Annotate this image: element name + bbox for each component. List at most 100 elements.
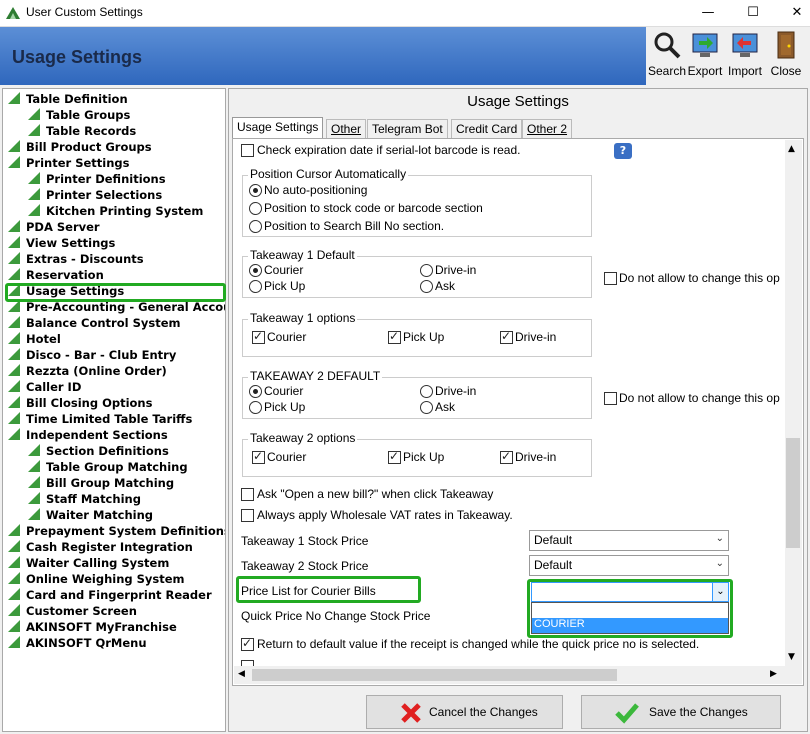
tree-item[interactable]: Table Records xyxy=(28,123,136,139)
tree-item[interactable]: Bill Closing Options xyxy=(8,395,152,411)
tree-item[interactable]: Section Definitions xyxy=(28,443,169,459)
minimize-button[interactable]: — xyxy=(693,0,723,27)
tree-item[interactable]: Independent Sections xyxy=(8,427,168,443)
tree-item[interactable]: Caller ID xyxy=(8,379,81,395)
close-button[interactable]: Close xyxy=(766,30,806,84)
radio-stock-code[interactable] xyxy=(249,202,262,215)
tree-item[interactable]: Prepayment System Definitions xyxy=(8,523,225,539)
scroll-up-icon[interactable]: ▲ xyxy=(788,144,795,154)
ta1-pickup-label: Pick Up xyxy=(264,279,306,293)
tab-usage-settings[interactable]: Usage Settings xyxy=(232,117,324,139)
ta1-radio-drivein[interactable] xyxy=(420,264,433,277)
tree-item[interactable]: Bill Group Matching xyxy=(28,475,174,491)
ta2-radio-ask[interactable] xyxy=(420,401,433,414)
tree-item[interactable]: Waiter Calling System xyxy=(8,555,169,571)
help-icon[interactable]: ? xyxy=(614,143,632,159)
scroll-down-icon[interactable]: ▼ xyxy=(788,652,795,662)
tree-item[interactable]: Table Group Matching xyxy=(28,459,188,475)
tree-node-icon xyxy=(8,396,20,408)
tree-item[interactable]: Reservation xyxy=(8,267,104,283)
tree-item[interactable]: View Settings xyxy=(8,235,115,251)
return-default-checkbox[interactable] xyxy=(241,636,254,651)
ta1-opt-pickup-checkbox[interactable] xyxy=(388,329,401,344)
ta1-radio-pickup[interactable] xyxy=(249,280,262,293)
tree-item[interactable]: Kitchen Printing System xyxy=(28,203,203,219)
dropdown-option-empty[interactable] xyxy=(532,603,728,617)
ta2-opt-drivein-checkbox[interactable] xyxy=(500,449,513,464)
search-button[interactable]: Search xyxy=(647,30,687,84)
tree-item[interactable]: Printer Settings xyxy=(8,155,129,171)
tree-item[interactable]: Balance Control System xyxy=(8,315,180,331)
tree-item[interactable]: Printer Definitions xyxy=(28,171,166,187)
check-expiration-label: Check expiration date if serial-lot barc… xyxy=(257,143,521,157)
tree-item[interactable]: Table Groups xyxy=(28,107,130,123)
close-window-button[interactable]: ✕ xyxy=(782,0,810,27)
ta2-opt-pickup-checkbox[interactable] xyxy=(388,449,401,464)
vertical-scrollbar[interactable] xyxy=(785,140,802,666)
scroll-right-icon[interactable]: ▶ xyxy=(770,669,777,679)
ta1-options-title: Takeaway 1 options xyxy=(248,311,358,325)
chevron-down-icon: ⌄ xyxy=(715,558,724,569)
vertical-scroll-thumb[interactable] xyxy=(786,438,800,548)
ta2-radio-courier[interactable] xyxy=(249,385,262,398)
tree-item-label: Online Weighing System xyxy=(26,572,185,586)
ta2-radio-drivein[interactable] xyxy=(420,385,433,398)
ta1-radio-ask[interactable] xyxy=(420,280,433,293)
tab-other-2[interactable]: Other 2 xyxy=(522,119,573,138)
horizontal-scroll-thumb[interactable] xyxy=(252,669,617,681)
radio-search-bill[interactable] xyxy=(249,220,262,233)
radio-no-auto[interactable] xyxy=(249,184,262,197)
ta2-stock-price-select[interactable]: Default ⌄ xyxy=(529,555,729,576)
export-button[interactable]: Export xyxy=(685,30,725,84)
tree-node-icon xyxy=(8,540,20,552)
price-list-courier-select[interactable]: ⌄ xyxy=(531,582,729,602)
ta2-radio-pickup[interactable] xyxy=(249,401,262,414)
tree-item-label: Balance Control System xyxy=(26,316,181,330)
scroll-left-icon[interactable]: ◀ xyxy=(238,669,245,679)
ta1-stock-price-select[interactable]: Default ⌄ xyxy=(529,530,729,551)
tree-item[interactable]: Table Definition xyxy=(8,91,128,107)
tree-item[interactable]: Time Limited Table Tariffs xyxy=(8,411,192,427)
tree-item-label: Waiter Calling System xyxy=(26,556,170,570)
no-change-2-checkbox[interactable] xyxy=(604,392,617,405)
ta1-stock-price-value: Default xyxy=(534,533,573,547)
tab-other[interactable]: Other xyxy=(326,119,367,138)
wholesale-vat-checkbox[interactable] xyxy=(241,509,254,522)
no-change-1-checkbox[interactable] xyxy=(604,272,617,285)
ta1-radio-courier[interactable] xyxy=(249,264,262,277)
tree-node-icon xyxy=(8,332,20,344)
tree-item[interactable]: Bill Product Groups xyxy=(8,139,152,155)
tree-item[interactable]: Staff Matching xyxy=(28,491,141,507)
tree-item[interactable]: Hotel xyxy=(8,331,61,347)
tree-item[interactable]: Rezzta (Online Order) xyxy=(8,363,167,379)
tree-node-icon xyxy=(8,428,20,440)
import-button[interactable]: Import xyxy=(725,30,765,84)
ta1-opt-courier-checkbox[interactable] xyxy=(252,329,265,344)
tree-item[interactable]: Card and Fingerprint Reader xyxy=(8,587,212,603)
tree-item[interactable]: AKINSOFT QrMenu xyxy=(8,635,147,651)
save-button[interactable]: Save the Changes xyxy=(581,695,781,729)
tree-item[interactable]: Cash Register Integration xyxy=(8,539,193,555)
ta2-opt-courier-checkbox[interactable] xyxy=(252,449,265,464)
tree-item[interactable]: Waiter Matching xyxy=(28,507,153,523)
cancel-button[interactable]: Cancel the Changes xyxy=(366,695,563,729)
ask-new-bill-checkbox[interactable] xyxy=(241,488,254,501)
tree-item-label: Table Records xyxy=(46,124,137,138)
tree-item[interactable]: Printer Selections xyxy=(28,187,162,203)
check-expiration-checkbox[interactable] xyxy=(241,144,254,157)
tree-item[interactable]: Extras - Discounts xyxy=(8,251,144,267)
tab-telegram-bot[interactable]: Telegram Bot xyxy=(367,119,448,138)
dropdown-option-courier[interactable]: COURIER xyxy=(532,618,728,633)
tree-item[interactable]: Customer Screen xyxy=(8,603,137,619)
tree-node-icon xyxy=(8,412,20,424)
tree-item[interactable]: Disco - Bar - Club Entry xyxy=(8,347,176,363)
tree-item[interactable]: PDA Server xyxy=(8,219,100,235)
tree-item[interactable]: AKINSOFT MyFranchise xyxy=(8,619,177,635)
tree-item[interactable]: Online Weighing System xyxy=(8,571,185,587)
ta1-opt-drivein-checkbox[interactable] xyxy=(500,329,513,344)
tree-item-label: Printer Settings xyxy=(26,156,130,170)
maximize-button[interactable]: ☐ xyxy=(738,0,768,27)
tab-credit-card[interactable]: Credit Card xyxy=(451,119,523,138)
ta1-opt-drivein-label: Drive-in xyxy=(515,330,557,344)
tree-node-icon xyxy=(28,508,40,520)
